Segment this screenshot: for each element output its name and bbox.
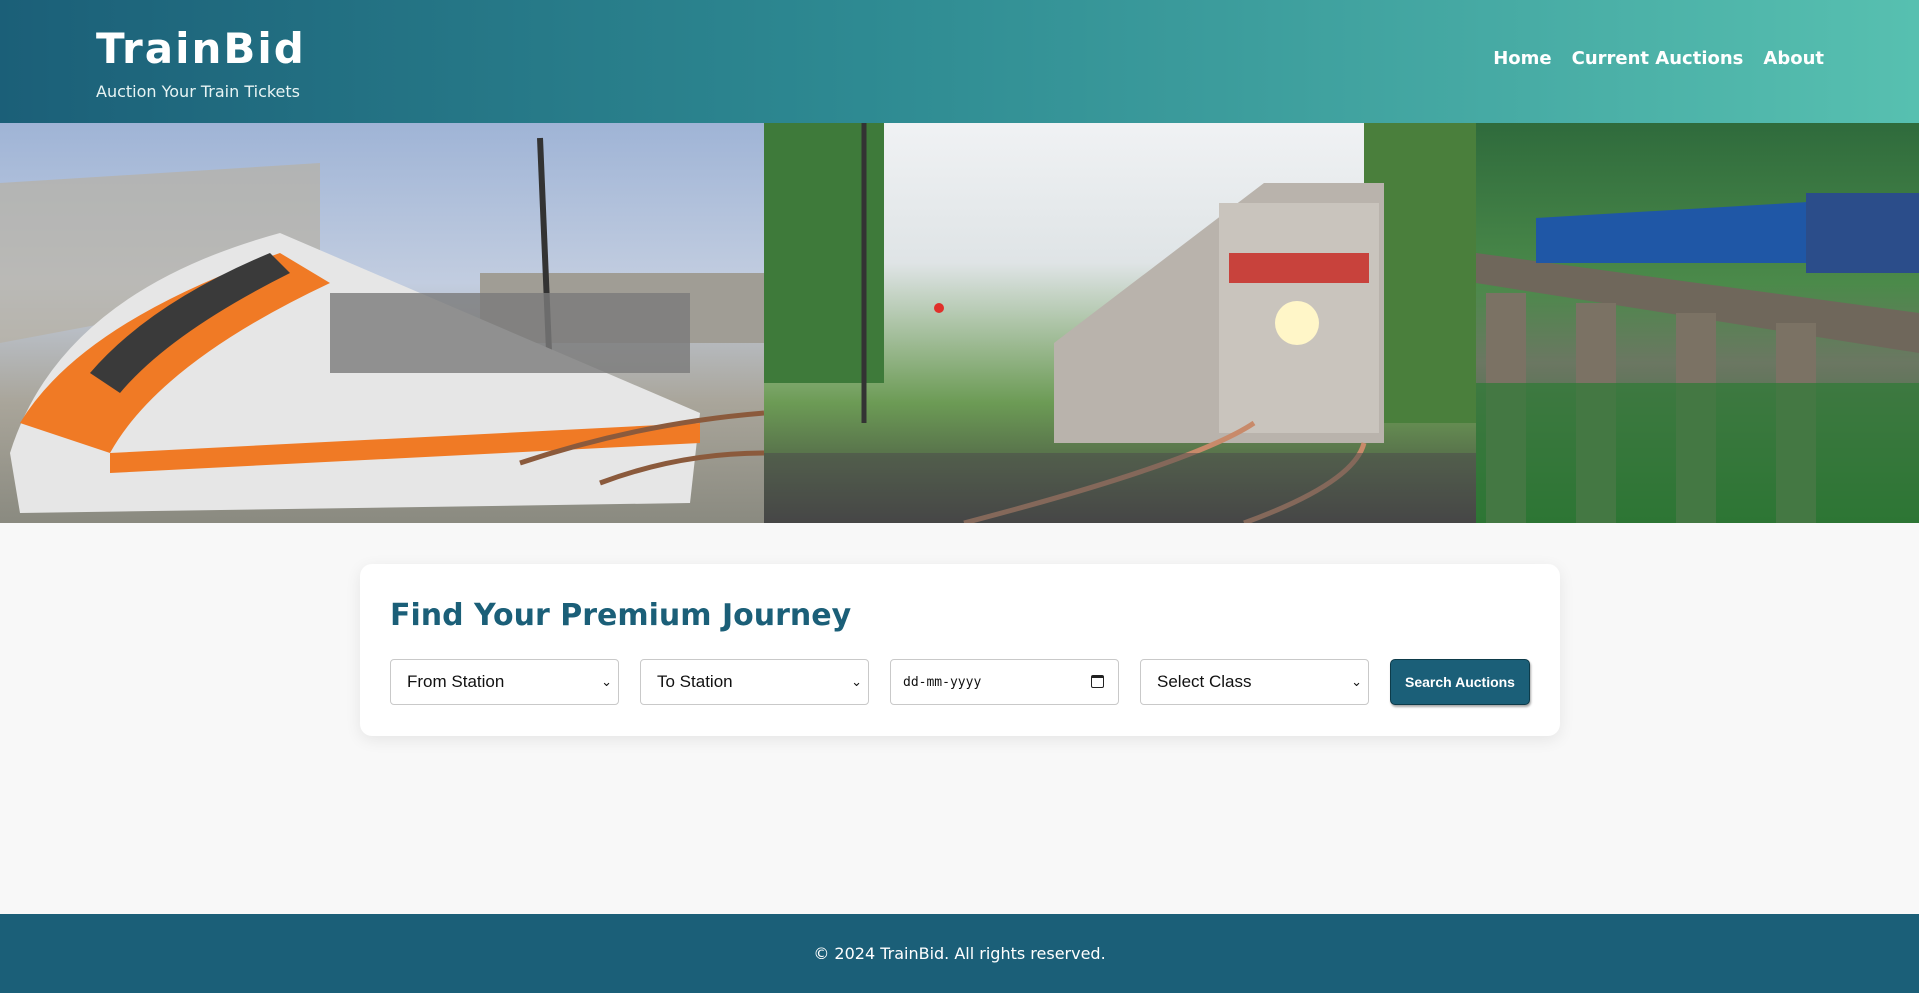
main-nav: Home Current Auctions About — [1493, 48, 1824, 69]
search-auctions-button[interactable]: Search Auctions — [1390, 659, 1530, 705]
search-title: Find Your Premium Journey — [390, 598, 852, 633]
hero-gallery — [0, 123, 1919, 523]
from-station-select[interactable]: From Station ⌄ — [390, 659, 619, 705]
brand: TrainBid Auction Your Train Tickets — [96, 24, 306, 101]
chevron-down-icon: ⌄ — [1351, 674, 1362, 689]
hero-image-electric-locomotive — [764, 123, 1476, 523]
date-placeholder: dd-mm-yyyy — [903, 674, 982, 690]
to-station-label: To Station — [657, 672, 733, 691]
site-header: TrainBid Auction Your Train Tickets Home… — [0, 0, 1919, 123]
bridge-train-illustration — [1476, 193, 1919, 523]
chevron-down-icon: ⌄ — [601, 674, 612, 689]
calendar-icon[interactable] — [1091, 675, 1104, 688]
brand-title[interactable]: TrainBid — [96, 24, 306, 74]
from-station-label: From Station — [407, 672, 505, 691]
nav-current-auctions-link[interactable]: Current Auctions — [1572, 48, 1744, 69]
site-footer: © 2024 TrainBid. All rights reserved. — [0, 914, 1919, 993]
to-station-select[interactable]: To Station ⌄ — [640, 659, 869, 705]
orange-train-illustration — [0, 137, 764, 513]
hero-image-vande-bharat-train — [0, 123, 764, 523]
class-select[interactable]: Select Class ⌄ — [1140, 659, 1369, 705]
nav-home-link[interactable]: Home — [1493, 48, 1551, 69]
copyright-text: © 2024 TrainBid. All rights reserved. — [813, 944, 1106, 963]
search-card: Find Your Premium Journey From Station ⌄… — [360, 564, 1560, 736]
nav-about-link[interactable]: About — [1763, 48, 1824, 69]
brand-subtitle: Auction Your Train Tickets — [96, 82, 301, 101]
class-label: Select Class — [1157, 672, 1252, 691]
locomotive-illustration — [764, 123, 1476, 523]
chevron-down-icon: ⌄ — [851, 674, 862, 689]
hero-image-mountain-railway-bridge — [1476, 123, 1919, 523]
travel-date-input[interactable]: dd-mm-yyyy — [890, 659, 1119, 705]
